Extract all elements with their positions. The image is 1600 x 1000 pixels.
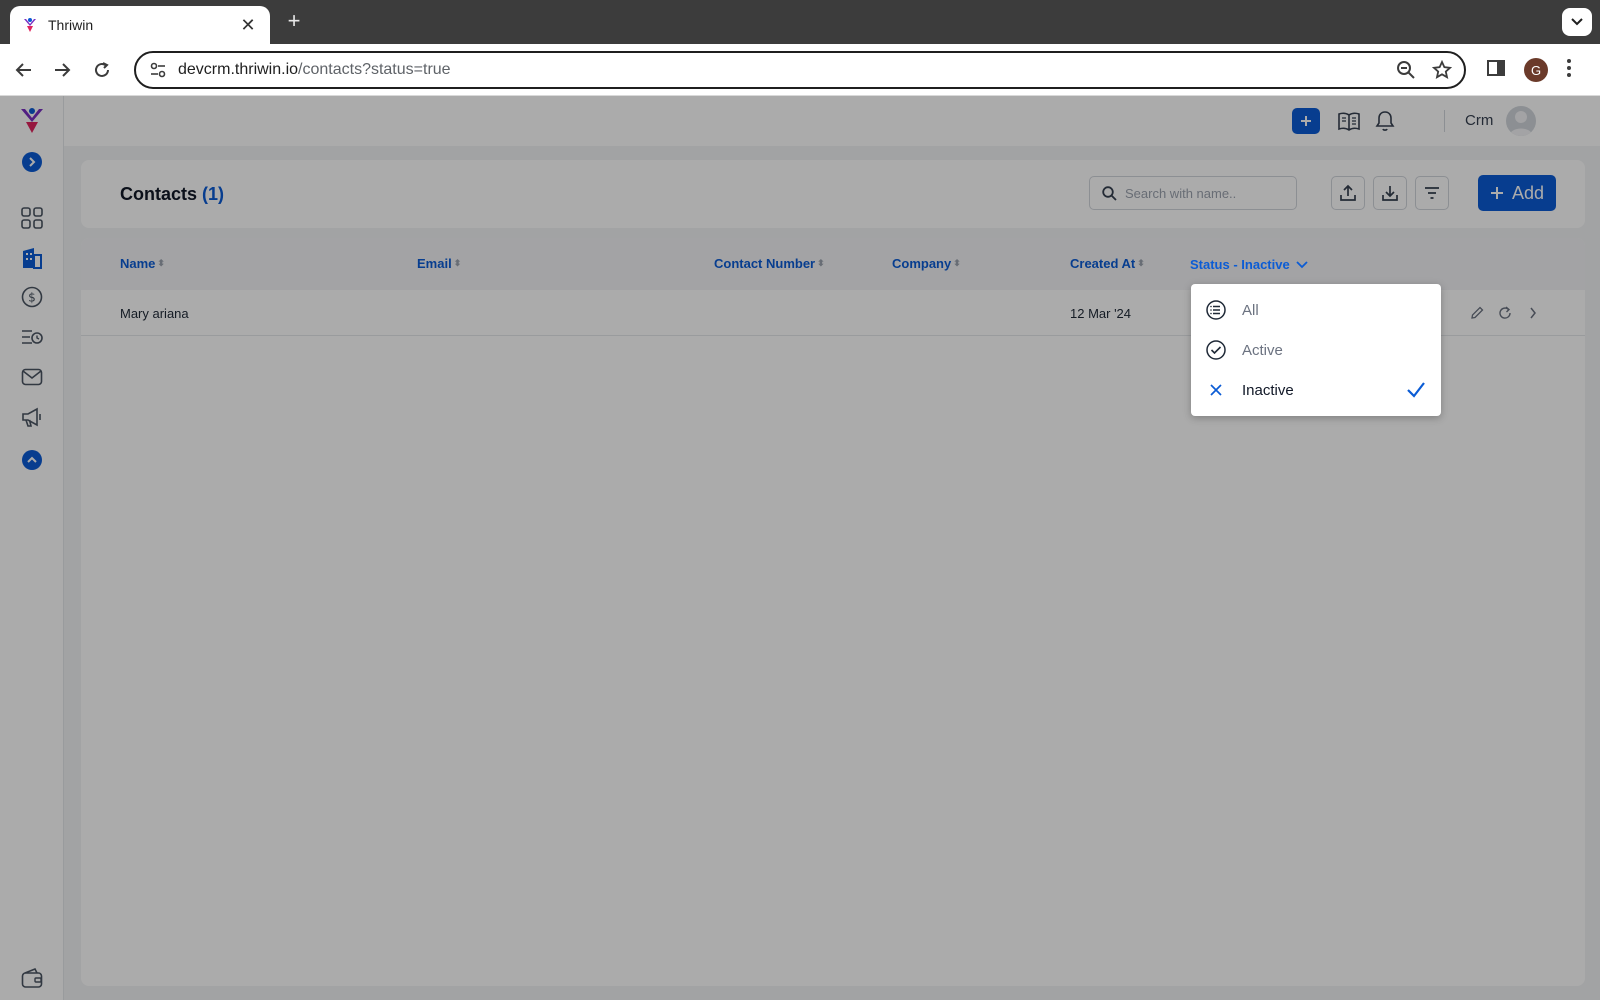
profile-initial: G — [1524, 58, 1548, 82]
address-bar[interactable]: devcrm.thriwin.io/contacts?status=true — [134, 51, 1466, 89]
status-option-active[interactable]: Active — [1191, 330, 1441, 370]
site-settings-icon[interactable] — [148, 60, 168, 80]
list-icon — [1205, 299, 1227, 321]
chevron-down-icon — [1571, 18, 1583, 26]
side-panel-icon[interactable] — [1486, 58, 1506, 83]
browser-toolbar: devcrm.thriwin.io/contacts?status=true G — [0, 44, 1600, 96]
status-option-label: Inactive — [1242, 381, 1294, 399]
status-option-label: All — [1242, 301, 1259, 319]
new-tab-icon[interactable]: + — [282, 10, 306, 34]
browser-menu-icon[interactable] — [1566, 58, 1572, 83]
browser-tab[interactable]: Thriwin ✕ — [10, 6, 270, 44]
url-text: devcrm.thriwin.io/contacts?status=true — [178, 61, 451, 79]
back-icon[interactable] — [12, 58, 36, 82]
status-filter-toggle[interactable]: Status - Inactive — [1190, 257, 1308, 272]
dropdown-backdrop[interactable] — [0, 96, 1600, 1000]
tab-title: Thriwin — [48, 17, 94, 33]
status-option-all[interactable]: All — [1191, 290, 1441, 330]
status-option-label: Active — [1242, 341, 1283, 359]
zoom-icon[interactable] — [1396, 60, 1416, 80]
url-host: devcrm.thriwin.io — [178, 61, 299, 78]
x-icon — [1205, 379, 1227, 401]
status-filter-menu: All Active Inactive — [1191, 284, 1441, 416]
tab-search-button[interactable] — [1562, 8, 1592, 36]
check-circle-icon — [1205, 339, 1227, 361]
reload-icon[interactable] — [90, 58, 114, 82]
tab-close-icon[interactable]: ✕ — [238, 15, 258, 36]
forward-icon[interactable] — [50, 58, 74, 82]
profile-avatar[interactable]: G — [1524, 58, 1548, 82]
bookmark-star-icon[interactable] — [1432, 60, 1452, 80]
chevron-down-icon — [1296, 260, 1308, 268]
status-filter-label: Status - Inactive — [1190, 257, 1290, 272]
browser-tabstrip: Thriwin ✕ + — [0, 0, 1600, 44]
thriwin-favicon-icon — [24, 18, 36, 32]
selected-check-icon — [1407, 382, 1425, 398]
url-path: /contacts?status=true — [298, 61, 451, 78]
status-option-inactive[interactable]: Inactive — [1191, 370, 1441, 410]
